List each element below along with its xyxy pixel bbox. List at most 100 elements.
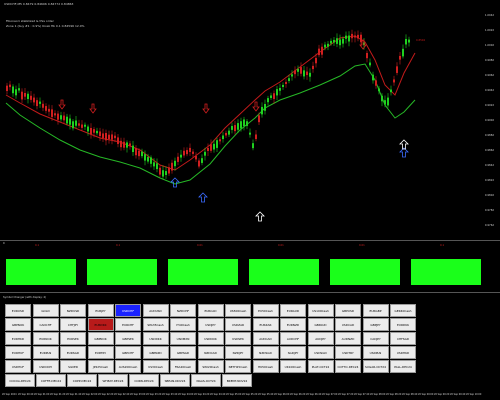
candle-body (312, 65, 314, 70)
symbol-button-gbpusd[interactable]: GBPUSD (335, 304, 361, 317)
symbol-button-sugar-oct24[interactable]: SUGAR-OCT24 (362, 360, 389, 373)
symbol-button-eurhkd[interactable]: EURHKD (5, 332, 31, 345)
symbol-button-eurdkk[interactable]: EURDKK (87, 318, 114, 331)
symbol-button-brent-nov24[interactable]: BRENT-NOV24 (222, 374, 252, 387)
symbol-button-eu50cash[interactable]: EU50Cash (252, 304, 279, 317)
symbol-button-sbean-nov24[interactable]: SBEAN-NOV24 (160, 374, 190, 387)
symbol-button-eurnok[interactable]: EURNOK (32, 332, 59, 345)
symbol-button-eurnzd[interactable]: EURNZD (280, 318, 306, 331)
symbol-button-silver[interactable]: SILVER (60, 360, 86, 373)
symbol-button-nzdchf[interactable]: NZDCHF (170, 304, 196, 317)
candle-body (240, 121, 242, 129)
symbol-button-us500cash[interactable]: US500Cash (225, 304, 251, 317)
symbol-button-usdtry[interactable]: USDTRY (335, 346, 361, 359)
symbol-button-usdnok[interactable]: USDNOK (197, 332, 224, 345)
candle-body (6, 85, 8, 92)
candle-body (258, 115, 260, 123)
symbol-button-cadchf[interactable]: CADCHF (32, 318, 59, 331)
candle-body (393, 79, 395, 83)
sell-arrow-icon (202, 103, 210, 114)
candle-body (189, 147, 191, 152)
symbol-button-eurdkk[interactable]: EURDKK (390, 318, 416, 331)
symbol-button-aus200cash[interactable]: AUS200Cash (115, 360, 141, 373)
symbol-button-audchf[interactable]: AUDCHF (280, 332, 306, 345)
symbol-button-corn-dec24[interactable]: CORN-DEC24 (129, 374, 159, 387)
symbol-button-eurzar[interactable]: EURZAR (252, 318, 279, 331)
price-chart[interactable]: USDCHF,M5 0.8479 0.84696 0.84772 0.84863… (0, 0, 500, 240)
symbol-button-hk50cash[interactable]: HK50Cash (252, 360, 279, 373)
time-axis-label: 20 Sep 06:00 (274, 393, 290, 396)
symbol-button-eursek[interactable]: EURSEK (60, 332, 86, 345)
symbol-button-sgdjpy[interactable]: SGDJPY (280, 346, 306, 359)
symbol-button-gbpnok[interactable]: GBPNOK (5, 318, 31, 331)
symbol-button-jp225cash[interactable]: JP225Cash (87, 360, 114, 373)
candle-body (72, 121, 74, 129)
symbol-button-usddkk[interactable]: USDDKK (142, 332, 169, 345)
time-axis-label: 20 Sep 05:40 (258, 393, 274, 396)
candle-body (36, 100, 38, 107)
symbol-button-uk100cash[interactable]: UK100Cash (280, 360, 306, 373)
symbol-button-gbpaud[interactable]: GBPAUD (307, 318, 334, 331)
symbol-button-nzdjpy[interactable]: NZDJPY (225, 346, 251, 359)
symbol-button-gold[interactable]: GOLD (32, 304, 59, 317)
symbol-button-ngas-oct24[interactable]: NGAS-OCT24 (191, 374, 221, 387)
symbol-button-it40cash[interactable]: IT40Cash (170, 318, 196, 331)
candle-body (267, 98, 269, 103)
symbol-button-eurpln[interactable]: EURPLN (32, 346, 59, 359)
symbol-button-eurtry[interactable]: EURTRY (87, 346, 114, 359)
symbol-button-gbpsgd[interactable]: GBPSGD (170, 346, 196, 359)
symbol-button-copp-dec24[interactable]: COPP-DEC24 (67, 374, 97, 387)
symbol-button-usdmxn[interactable]: USDMXN (170, 332, 196, 345)
sell-arrow-icon (58, 99, 66, 110)
symbol-button-cotto-dec24[interactable]: COTTO-DEC24 (335, 360, 361, 373)
symbol-button-usdhuf[interactable]: USDHUF (5, 360, 31, 373)
symbol-button-usdjpy[interactable]: USDJPY (197, 318, 224, 331)
symbol-button-gbpnok[interactable]: GBPNOK (87, 332, 114, 345)
symbol-button-usdhkd[interactable]: USDHKD (390, 346, 416, 359)
symbol-button-audjpy[interactable]: AUDJPY (307, 332, 334, 345)
symbol-button-usdchf[interactable]: USDCHF (115, 304, 141, 317)
symbol-button-usdzar[interactable]: USDZAR (225, 318, 251, 331)
symbol-button-gbpchf[interactable]: GBPCHF (115, 346, 141, 359)
candle-body (210, 144, 212, 151)
symbol-button-gbpsek[interactable]: GBPSEK (115, 332, 141, 345)
symbol-button-nzdsgd[interactable]: NZDSGD (252, 346, 279, 359)
symbol-button-cocoa-dec24[interactable]: COCOA-DEC24 (5, 374, 35, 387)
symbol-button-gbpjpy[interactable]: GBPJPY (362, 318, 389, 331)
symbol-button-fra40cash[interactable]: FRA40Cash (170, 360, 196, 373)
candle-body (300, 67, 302, 74)
symbol-button-usdpln[interactable]: USDPLN (362, 346, 389, 359)
symbol-button-audnzd[interactable]: AUDNZD (335, 332, 361, 345)
symbol-button-nzdcad[interactable]: NZDCAD (197, 346, 224, 359)
symbol-button-chfjpy[interactable]: CHFJPY (60, 318, 86, 331)
symbol-button-eurusd[interactable]: EURUSD (5, 304, 31, 317)
symbol-button-usdcad[interactable]: USDCAD (335, 318, 361, 331)
symbol-button-spa35cash[interactable]: SPA35Cash (142, 318, 169, 331)
symbol-button-eurchf[interactable]: EURCHF (115, 318, 141, 331)
symbol-button-usdcnh[interactable]: USDCNH (32, 360, 59, 373)
symbol-button-usdsgd[interactable]: USDSGD (307, 346, 334, 359)
symbol-button-plat-oct24[interactable]: PLAT-OCT24 (307, 360, 334, 373)
candle-body (336, 38, 338, 44)
symbol-button-cadjpy[interactable]: CADJPY (362, 332, 389, 345)
symbol-button-neth25cash[interactable]: NETH25Cash (225, 360, 251, 373)
symbol-button-eursgd[interactable]: EURSGD (60, 346, 86, 359)
symbol-button-pall-dec24[interactable]: PALL-DEC24 (390, 360, 416, 373)
symbol-button-eurgbp[interactable]: EURGBP (362, 304, 389, 317)
symbol-button-us100cash[interactable]: US100Cash (307, 304, 334, 317)
symbol-button-gbpnzd[interactable]: GBPNZD (142, 346, 169, 359)
symbol-button-nzdusd[interactable]: NZDUSD (60, 304, 86, 317)
symbol-button-swi20cash[interactable]: SWI20Cash (197, 360, 224, 373)
symbol-button-euraud[interactable]: EURAUD (280, 304, 306, 317)
symbol-button-ger40cash[interactable]: GER40Cash (390, 304, 416, 317)
symbol-button-usdsek[interactable]: USDSEK (225, 332, 251, 345)
symbol-button-coffe-dec24[interactable]: COFFE-DEC24 (36, 374, 66, 387)
symbol-button-eurhuf[interactable]: EURHUF (5, 346, 31, 359)
symbol-button-eurcad[interactable]: EURCAD (197, 304, 224, 317)
symbol-button-wheat-dec24[interactable]: WHEAT-DEC24 (98, 374, 128, 387)
symbol-button-chfsgd[interactable]: CHFSGD (390, 332, 416, 345)
symbol-button-eurjpy[interactable]: EURJPY (87, 304, 114, 317)
symbol-button-audusd[interactable]: AUDUSD (142, 304, 169, 317)
symbol-button-us30cash[interactable]: US30Cash (142, 360, 169, 373)
symbol-button-audcad[interactable]: AUDCAD (252, 332, 279, 345)
